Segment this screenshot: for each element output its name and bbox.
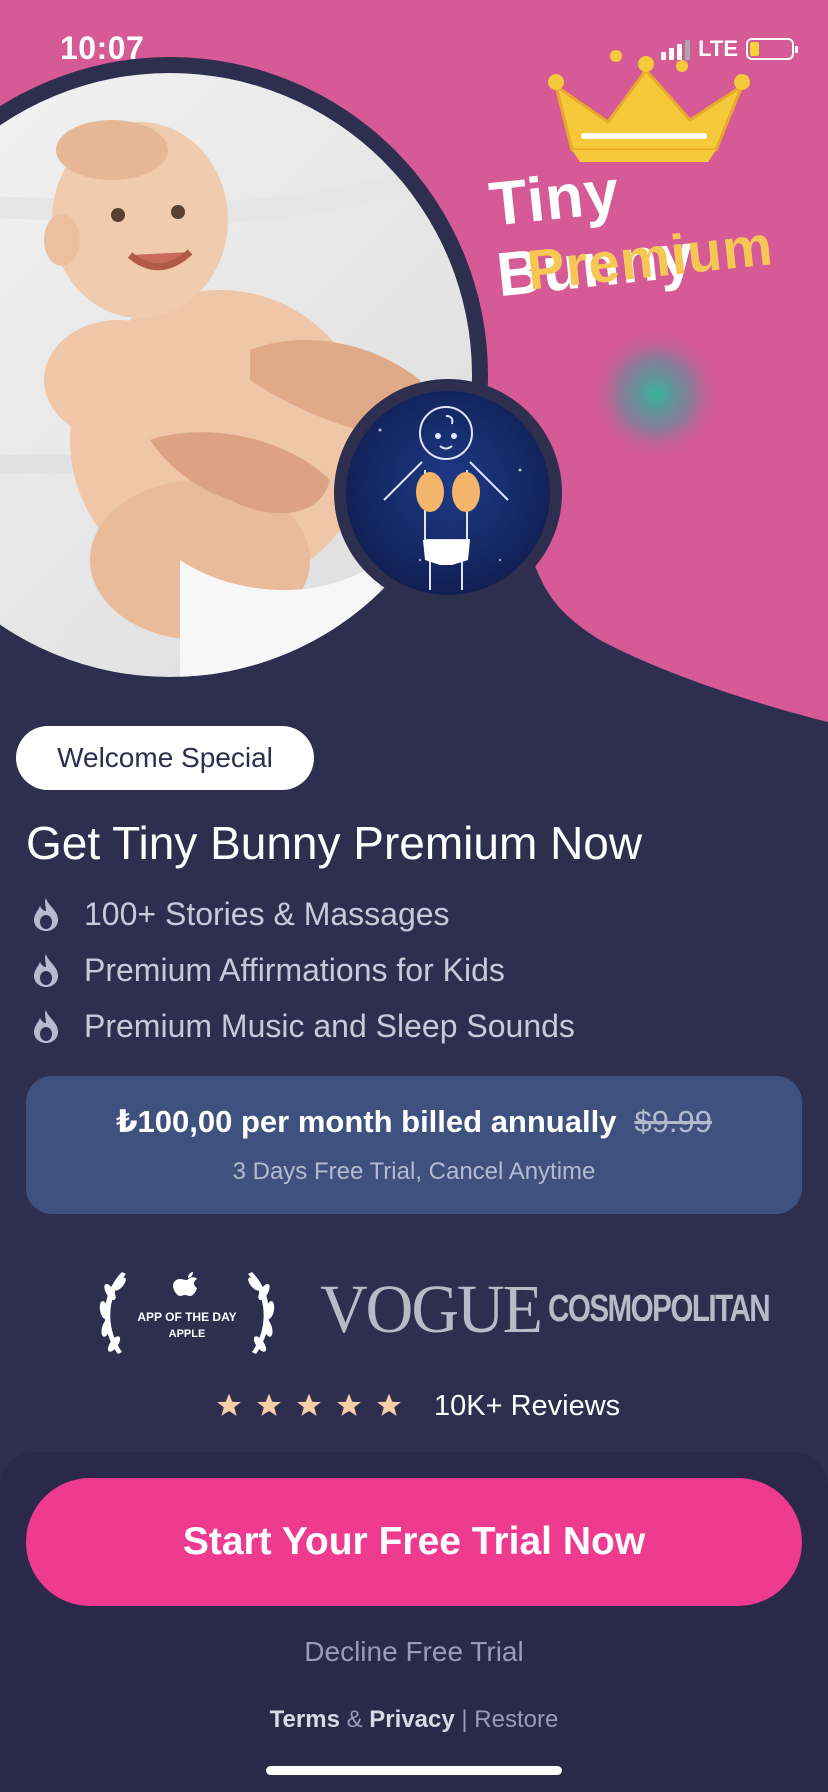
status-time: 10:07 bbox=[60, 30, 145, 66]
privacy-link[interactable]: Privacy bbox=[369, 1706, 454, 1733]
award-title: APP OF THE DAY bbox=[137, 1310, 237, 1324]
star-icon bbox=[337, 1393, 361, 1416]
battery-icon bbox=[746, 38, 798, 60]
feature-label: Premium Music and Sleep Sounds bbox=[84, 1007, 575, 1044]
star-rating bbox=[216, 1392, 402, 1418]
cosmopolitan-logo: COSMOPOLITAN bbox=[548, 1288, 771, 1330]
restore-link[interactable]: Restore bbox=[474, 1706, 558, 1733]
feature-item: Premium Affirmations for Kids bbox=[30, 942, 575, 998]
feature-list: 100+ Stories & Massages Premium Affirmat… bbox=[30, 886, 575, 1054]
flame-icon bbox=[34, 1010, 58, 1043]
price-old: $9.99 bbox=[634, 1104, 713, 1139]
feature-item: Premium Music and Sleep Sounds bbox=[30, 998, 575, 1054]
pipe-separator: | bbox=[461, 1706, 468, 1733]
paywall-screen: 10:07 LTE Tiny Bunny Premium Welcome Spe… bbox=[0, 0, 828, 1792]
start-free-trial-button[interactable]: Start Your Free Trial Now bbox=[26, 1478, 802, 1606]
decline-free-trial-link[interactable]: Decline Free Trial bbox=[0, 1636, 828, 1668]
star-icon bbox=[377, 1393, 401, 1416]
star-icon bbox=[217, 1393, 241, 1416]
award-source: APPLE bbox=[168, 1328, 206, 1340]
amp-separator: & bbox=[346, 1706, 363, 1733]
feature-label: Premium Affirmations for Kids bbox=[84, 951, 505, 988]
pricing-card[interactable]: ₺100,00 per month billed annually $9.99 3… bbox=[26, 1076, 802, 1214]
price-main: ₺100,00 per month billed annually bbox=[115, 1104, 617, 1139]
star-icon bbox=[297, 1393, 321, 1416]
trial-subtitle: 3 Days Free Trial, Cancel Anytime bbox=[232, 1158, 596, 1185]
network-label: LTE bbox=[698, 36, 738, 61]
star-icon bbox=[257, 1393, 281, 1416]
feature-label: 100+ Stories & Massages bbox=[84, 895, 450, 932]
terms-link[interactable]: Terms bbox=[270, 1706, 340, 1733]
hero-artwork bbox=[0, 0, 828, 800]
welcome-special-badge: Welcome Special bbox=[16, 726, 314, 790]
footer-links: Terms & Privacy | Restore bbox=[0, 1706, 828, 1734]
flame-icon bbox=[34, 898, 58, 931]
home-indicator[interactable] bbox=[266, 1766, 562, 1775]
signal-icon bbox=[661, 38, 691, 60]
status-indicators: LTE bbox=[661, 36, 798, 62]
app-of-the-day-award: APP OF THE DAY APPLE bbox=[92, 1262, 282, 1362]
feature-item: 100+ Stories & Massages bbox=[30, 886, 575, 942]
flame-icon bbox=[34, 954, 58, 987]
vogue-logo: VOGUE bbox=[320, 1271, 543, 1348]
offer-headline: Get Tiny Bunny Premium Now bbox=[26, 817, 643, 869]
price-line: ₺100,00 per month billed annually $9.99 bbox=[26, 1104, 802, 1140]
reviews-count: 10K+ Reviews bbox=[434, 1390, 621, 1422]
